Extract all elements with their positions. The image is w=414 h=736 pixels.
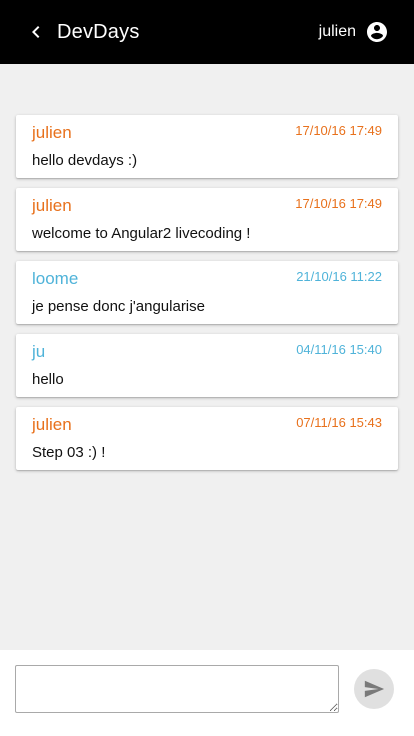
- message-date: 07/11/16 15:43: [296, 415, 382, 430]
- account-button[interactable]: [365, 20, 389, 44]
- message-text: hello devdays :): [32, 152, 138, 169]
- app-title: DevDays: [57, 20, 140, 43]
- message-date: 04/11/16 15:40: [296, 342, 382, 357]
- message-list: julien 17/10/16 17:49 hello devdays :) j…: [16, 115, 398, 480]
- message-card: julien 17/10/16 17:49 hello devdays :): [16, 115, 398, 178]
- message-input[interactable]: [15, 665, 339, 713]
- message-text: welcome to Angular2 livecoding !: [32, 225, 251, 242]
- message-date: 17/10/16 17:49: [295, 123, 382, 138]
- message-text: Step 03 :) !: [32, 444, 106, 461]
- message-author: julien: [32, 123, 72, 142]
- back-button[interactable]: [22, 18, 50, 46]
- chat-app: DevDays julien julien 17/10/16 17:49 hel…: [0, 0, 414, 736]
- message-date: 17/10/16 17:49: [295, 196, 382, 211]
- current-username: julien: [318, 23, 356, 40]
- message-composer: [0, 650, 414, 736]
- send-icon: [364, 680, 385, 698]
- message-author: julien: [32, 415, 72, 434]
- message-card: julien 07/11/16 15:43 Step 03 :) !: [16, 407, 398, 470]
- message-card: loome 21/10/16 11:22 je pense donc j'ang…: [16, 261, 398, 324]
- chevron-left-icon: [32, 26, 40, 38]
- message-text: je pense donc j'angularise: [32, 298, 205, 315]
- message-text: hello: [32, 371, 64, 388]
- message-author: ju: [32, 342, 46, 361]
- account-circle-icon: [367, 22, 387, 42]
- message-author: julien: [32, 196, 72, 215]
- top-toolbar: DevDays julien: [0, 0, 414, 64]
- message-card: julien 17/10/16 17:49 welcome to Angular…: [16, 188, 398, 251]
- message-date: 21/10/16 11:22: [296, 269, 382, 284]
- message-card: ju 04/11/16 15:40 hello: [16, 334, 398, 397]
- message-author: loome: [32, 269, 79, 288]
- send-button[interactable]: [354, 669, 394, 709]
